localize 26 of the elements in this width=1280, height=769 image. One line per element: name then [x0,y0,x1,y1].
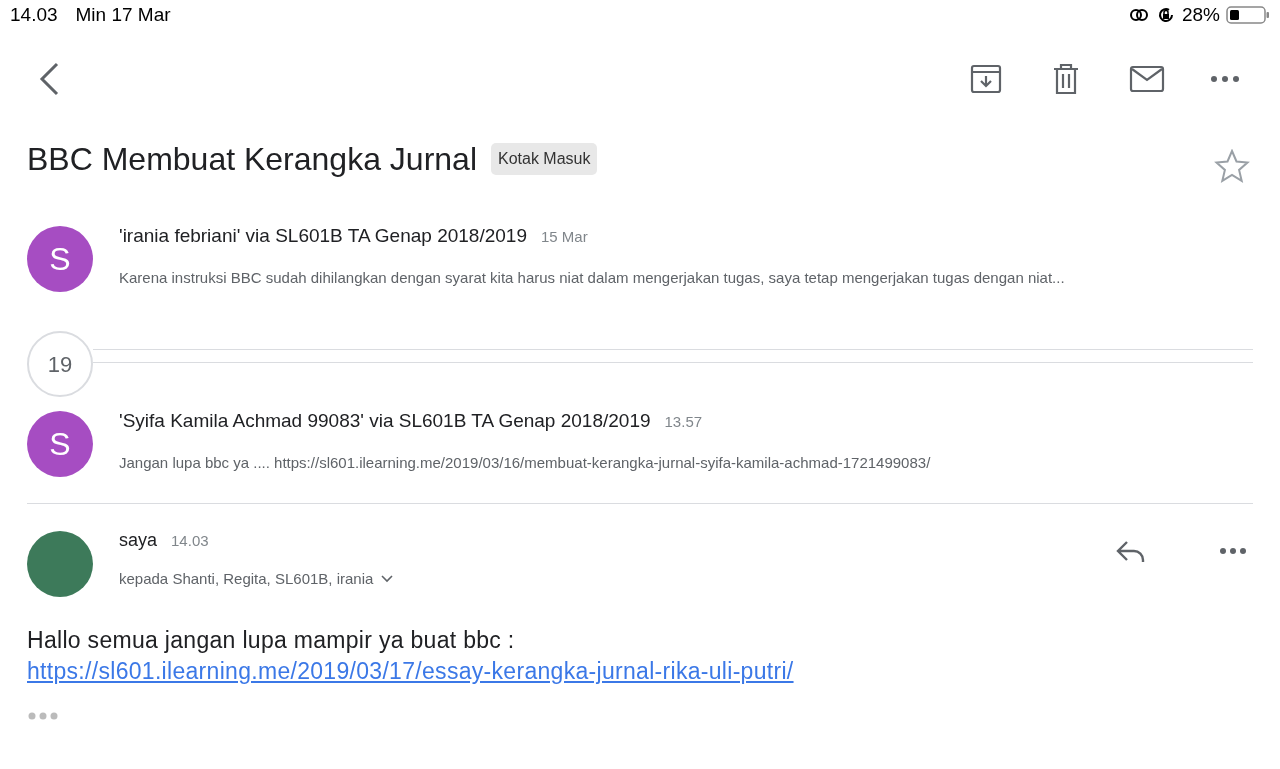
hidden-messages-count[interactable]: 19 [27,331,93,397]
avatar: S [27,411,93,477]
link-icon [1127,6,1150,24]
inbox-label: Kotak Masuk [491,143,598,175]
message-time: 13.57 [664,412,703,432]
message-time: 14.03 [171,531,209,551]
message-link[interactable]: https://sl601.ilearning.me/2019/03/17/essay-kerangka-jurnal-rika-uli-putri/ [27,658,794,684]
caret-icon [381,575,394,584]
reply-button[interactable] [1115,539,1147,565]
status-time: 14.03 [10,2,58,27]
message-more-button[interactable] [1219,547,1247,555]
email-subject: BBC Membuat Kerangka Jurnal [27,140,477,179]
recipients-toggle[interactable]: kepada Shanti, Regita, SL601B, irania [119,568,1089,591]
message-snippet: Jangan lupa bbc ya .... https://sl601.ilearning.me/2019/03/16/membuat-kerangka-jurnal-syifa-kamila-achmad-1721499083/ [119,452,931,473]
more-options-button[interactable] [1210,75,1240,83]
message-time: 15 Mar [540,227,588,247]
battery-icon [1226,5,1270,25]
sender-name: 'irania febriani' via SL601B TA Genap 2018/2019 [119,224,527,248]
status-date: Min 17 Mar [75,2,171,27]
message-snippet: Karena instruksi BBC sudah dihilangkan dengan syarat kita harus niat dalam mengerjakan tugas, saya tetap mengerjakan tugas dengan niat... [119,267,1065,288]
message-body: Hallo semua jangan lupa mampir ya buat bbc : [27,626,516,655]
avatar: S [27,226,93,292]
battery-percentage: 28% [1181,2,1220,27]
sender-name: 'Syifa Kamila Achmad 99083' via SL601B TA Genap 2018/2019 [119,409,651,433]
sender-name: saya [119,529,158,552]
star-button[interactable] [1214,149,1250,183]
